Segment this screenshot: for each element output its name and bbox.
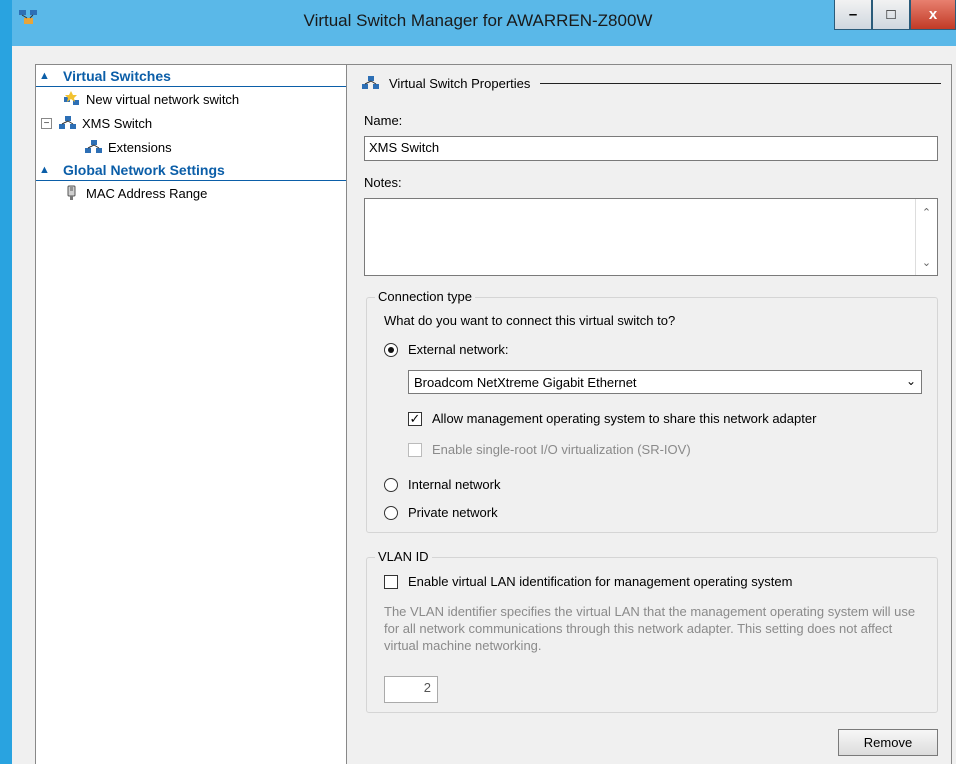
extensions-icon xyxy=(85,140,102,153)
window-controls: – □ x xyxy=(834,0,956,30)
close-button[interactable]: x xyxy=(910,0,956,30)
allow-management-label: Allow management operating system to sha… xyxy=(432,411,817,426)
name-label: Name: xyxy=(364,113,403,128)
tree-item-mac-range[interactable]: MAC Address Range xyxy=(36,181,347,205)
tree-header-label: Global Network Settings xyxy=(63,161,225,178)
connection-question: What do you want to connect this virtual… xyxy=(384,313,676,328)
tree-item-label: XMS Switch xyxy=(82,115,153,131)
collapse-chevron-icon[interactable]: ▲︎ xyxy=(39,70,53,82)
sriov-row: Enable single-root I/O virtualization (S… xyxy=(408,442,691,457)
vlan-id-group: VLAN ID Enable virtual LAN identificatio… xyxy=(366,549,938,713)
vlan-description: The VLAN identifier specifies the virtua… xyxy=(384,604,916,653)
properties-pane: Virtual Switch Properties Name: XMS Swit… xyxy=(346,64,952,764)
collapse-chevron-icon[interactable]: ▲︎ xyxy=(39,164,53,176)
external-network-radio-row[interactable]: External network: xyxy=(384,342,508,357)
tree-expander-icon[interactable]: − xyxy=(41,117,52,129)
tree-item-label: New virtual network switch xyxy=(86,91,240,107)
private-network-label: Private network xyxy=(408,505,498,520)
notes-scrollbar[interactable]: ⌃ ⌄ xyxy=(915,199,937,275)
maximize-button[interactable]: □ xyxy=(872,0,910,30)
connection-type-group: Connection type What do you want to conn… xyxy=(366,289,938,533)
tree-item-extensions[interactable]: Extensions xyxy=(36,135,347,159)
tree-item-label: Extensions xyxy=(108,139,172,155)
title-bar: Virtual Switch Manager for AWARREN-Z800W… xyxy=(0,0,956,46)
tree-header-label: Virtual Switches xyxy=(63,67,171,84)
mac-address-icon xyxy=(67,185,76,200)
enable-vlan-checkbox[interactable] xyxy=(384,574,398,589)
allow-management-row[interactable]: ✓ Allow management operating system to s… xyxy=(408,411,816,426)
private-network-radio-row[interactable]: Private network xyxy=(384,505,498,520)
section-divider xyxy=(540,82,941,84)
window-frame-left xyxy=(0,0,12,764)
section-title: Virtual Switch Properties xyxy=(389,75,531,91)
chevron-down-icon[interactable]: ⌄ xyxy=(906,374,916,388)
name-input[interactable]: XMS Switch xyxy=(364,136,938,161)
scroll-down-icon[interactable]: ⌄ xyxy=(916,253,937,273)
navigation-tree: ▲︎ Virtual Switches New virtual network … xyxy=(35,64,348,764)
tree-item-xms-switch[interactable]: − XMS Switch xyxy=(36,111,347,135)
enable-vlan-row[interactable]: Enable virtual LAN identification for ma… xyxy=(384,574,792,589)
internal-network-radio-row[interactable]: Internal network xyxy=(384,477,501,492)
vlan-id-input: 2 xyxy=(384,676,438,703)
connection-type-legend: Connection type xyxy=(375,289,475,304)
enable-vlan-label: Enable virtual LAN identification for ma… xyxy=(408,574,793,589)
vlan-id-legend: VLAN ID xyxy=(375,549,432,564)
tree-header-global-settings[interactable]: ▲︎ Global Network Settings xyxy=(36,159,347,181)
tree-item-new-switch[interactable]: New virtual network switch xyxy=(36,87,347,111)
sriov-checkbox xyxy=(408,442,422,457)
virtual-switch-icon xyxy=(59,116,76,129)
tree-header-virtual-switches[interactable]: ▲︎ Virtual Switches xyxy=(36,65,347,87)
network-adapter-value: Broadcom NetXtreme Gigabit Ethernet xyxy=(414,374,637,390)
remove-button[interactable]: Remove xyxy=(838,729,938,756)
sriov-label: Enable single-root I/O virtualization (S… xyxy=(432,442,691,457)
private-network-radio[interactable] xyxy=(384,505,398,520)
notes-textarea[interactable]: ⌃ ⌄ xyxy=(364,198,938,276)
scroll-up-icon[interactable]: ⌃ xyxy=(916,203,937,223)
notes-label: Notes: xyxy=(364,175,402,190)
dialog-client-area: ▲︎ Virtual Switches New virtual network … xyxy=(12,46,956,764)
internal-network-radio[interactable] xyxy=(384,477,398,492)
minimize-button[interactable]: – xyxy=(834,0,872,30)
window-title: Virtual Switch Manager for AWARREN-Z800W xyxy=(303,11,653,30)
allow-management-checkbox[interactable]: ✓ xyxy=(408,411,422,426)
new-switch-icon xyxy=(64,91,79,105)
external-network-radio[interactable] xyxy=(384,342,398,357)
network-adapter-select[interactable]: Broadcom NetXtreme Gigabit Ethernet ⌄ xyxy=(408,370,922,394)
virtual-switch-icon xyxy=(362,76,379,89)
internal-network-label: Internal network xyxy=(408,477,501,492)
properties-section-header: Virtual Switch Properties xyxy=(361,73,941,93)
tree-item-label: MAC Address Range xyxy=(86,185,208,201)
external-network-label: External network: xyxy=(408,342,509,357)
